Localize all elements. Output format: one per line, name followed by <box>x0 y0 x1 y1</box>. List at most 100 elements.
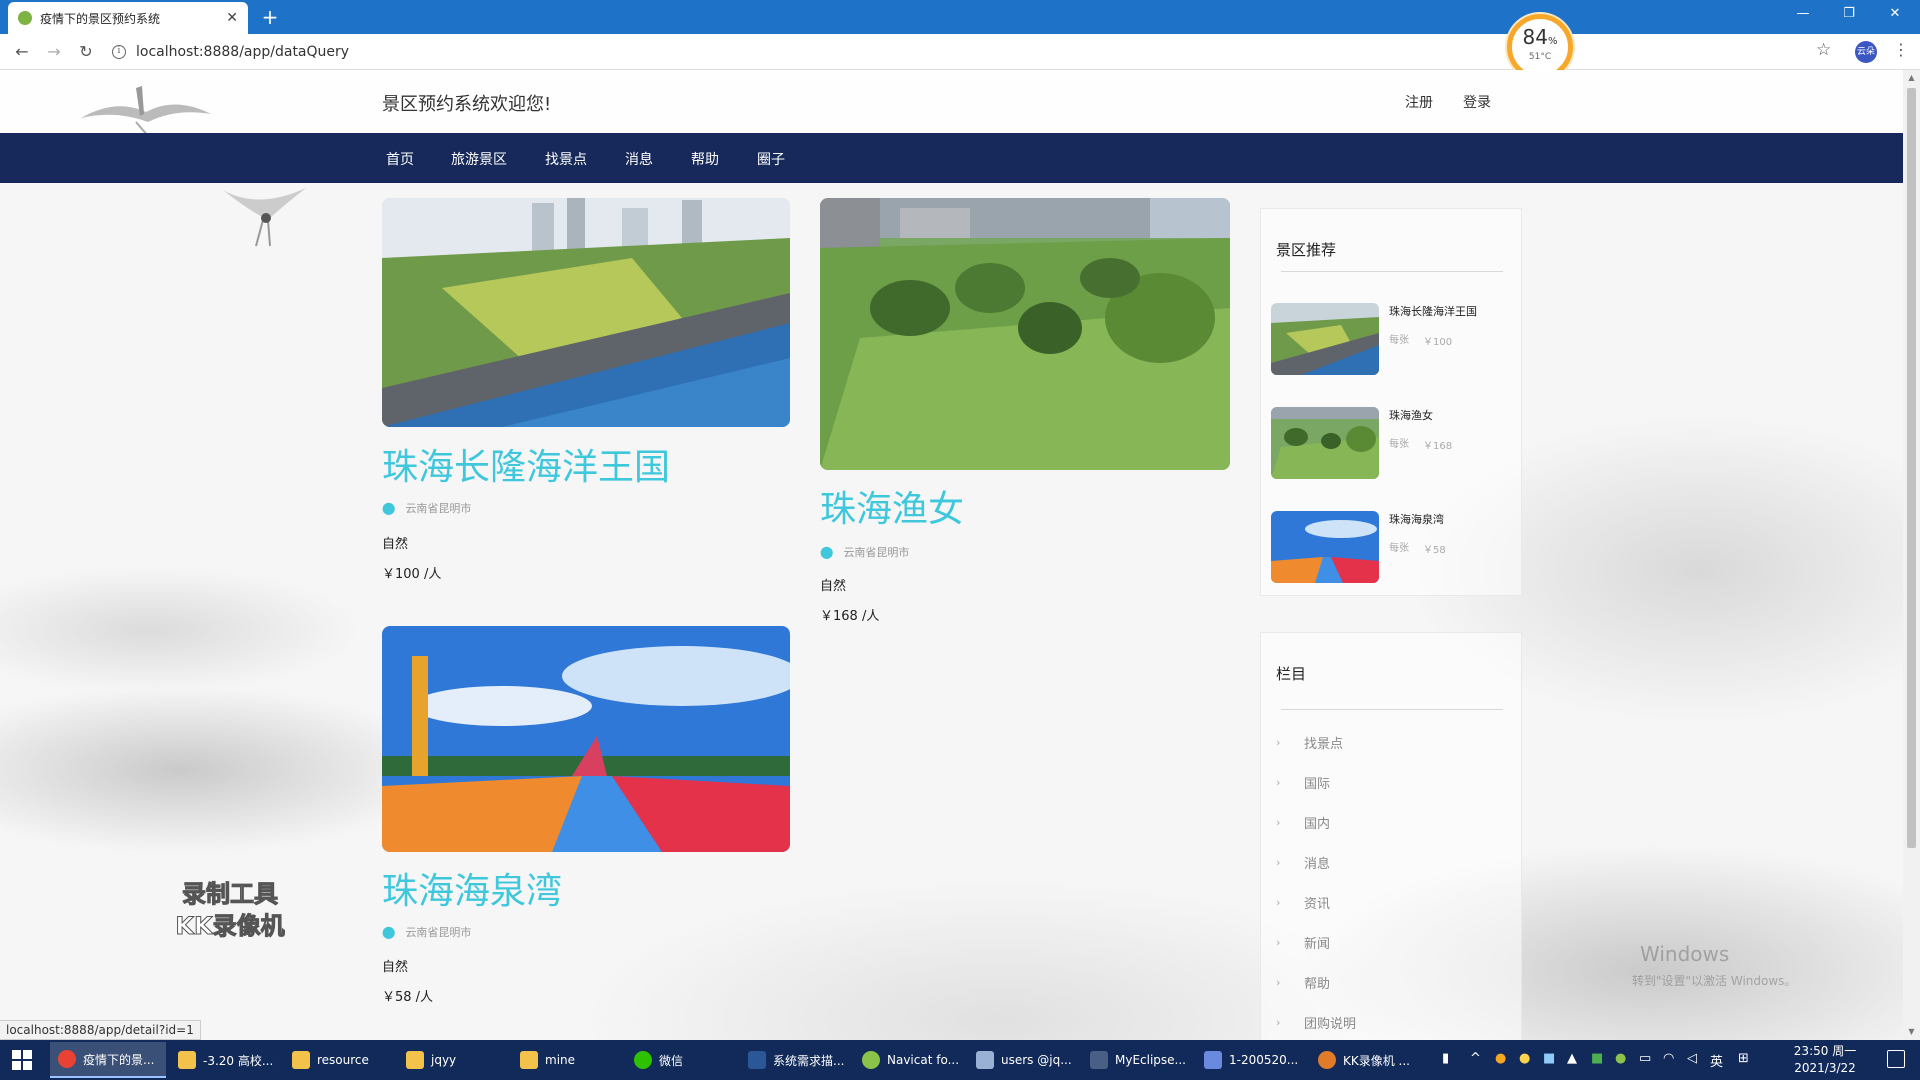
bookmark-star-icon[interactable]: ☆ <box>1816 40 1831 60</box>
table-icon <box>976 1051 994 1069</box>
recommend-thumb[interactable] <box>1271 303 1379 375</box>
nav-find-spots[interactable]: 找景点 <box>545 149 587 169</box>
recommend-item[interactable]: 珠海长隆海洋王国 每张 ￥100 <box>1271 303 1511 375</box>
notification-center-icon[interactable] <box>1887 1050 1905 1068</box>
recommend-item[interactable]: 珠海海泉湾 每张 ￥58 <box>1271 511 1511 583</box>
ime-indicator[interactable]: 英 <box>1710 1051 1723 1070</box>
spot-card[interactable]: 珠海长隆海洋王国 ⬤ 云南省昆明市 自然 ￥100 /人 <box>382 198 790 598</box>
back-button[interactable]: ← <box>10 40 34 64</box>
windows-start-icon[interactable] <box>12 1050 32 1070</box>
battery-icon[interactable]: ▮ <box>1442 1051 1449 1066</box>
spot-card[interactable]: 珠海渔女 ⬤ 云南省昆明市 自然 ￥168 /人 <box>820 198 1230 638</box>
tray-app-icon[interactable]: ▲ <box>1567 1051 1577 1066</box>
tray-app-icon[interactable]: ■ <box>1591 1051 1603 1066</box>
column-link-messages[interactable]: › 消息 <box>1276 853 1330 872</box>
recommend-name[interactable]: 珠海长隆海洋王国 <box>1389 303 1477 319</box>
scroll-up-arrow-icon[interactable]: ▲ <box>1903 70 1920 86</box>
columns-title: 栏目 <box>1276 665 1307 683</box>
scrollbar-thumb[interactable] <box>1907 88 1916 848</box>
nav-messages[interactable]: 消息 <box>625 149 653 169</box>
minimize-button[interactable]: — <box>1780 0 1826 30</box>
spot-category: 自然 <box>382 537 409 552</box>
taskbar-item-folder[interactable]: resource <box>284 1042 394 1078</box>
tab-close-icon[interactable]: ✕ <box>226 10 238 26</box>
nav-circle[interactable]: 圈子 <box>757 149 785 169</box>
spot-name[interactable]: 珠海长隆海洋王国 <box>382 438 670 490</box>
taskbar-item-users-table[interactable]: users @jq... <box>968 1042 1078 1078</box>
column-link-news[interactable]: › 新闻 <box>1276 933 1330 952</box>
spot-photo-hot-spring-bay[interactable] <box>382 626 790 852</box>
chevron-right-icon: › <box>1276 976 1281 989</box>
crane-decoration-icon <box>223 188 306 247</box>
column-link-find-spots[interactable]: › 找景点 <box>1276 733 1343 752</box>
recommend-price: ￥100 <box>1423 337 1453 348</box>
keyboard-icon[interactable]: ⊞ <box>1738 1051 1749 1066</box>
windows-activation-title: Windows <box>1640 942 1730 966</box>
site-welcome-title: 景区预约系统欢迎您! <box>382 94 552 115</box>
nav-home[interactable]: 首页 <box>386 149 414 169</box>
taskbar-item-app[interactable]: 1-200520... <box>1196 1042 1306 1078</box>
taskbar-item-navicat[interactable]: Navicat fo... <box>854 1042 964 1078</box>
app-icon <box>1204 1051 1222 1069</box>
register-link[interactable]: 注册 <box>1405 92 1433 112</box>
taskbar-item-wechat[interactable]: 微信 <box>626 1042 736 1078</box>
nav-help[interactable]: 帮助 <box>691 149 719 169</box>
taskbar-item-kk-recorder[interactable]: KK录像机 ... <box>1310 1042 1420 1078</box>
new-tab-button[interactable]: + <box>258 4 282 30</box>
site-info-icon[interactable]: i <box>112 45 126 59</box>
recommend-thumb[interactable] <box>1271 407 1379 479</box>
chevron-right-icon: › <box>1276 936 1281 949</box>
profile-avatar[interactable]: 云朵 <box>1855 41 1877 63</box>
address-url: localhost:8888/app/dataQuery <box>136 44 350 60</box>
scroll-down-arrow-icon[interactable]: ▼ <box>1903 1024 1920 1040</box>
column-link-international[interactable]: › 国际 <box>1276 773 1330 792</box>
recommend-item[interactable]: 珠海渔女 每张 ￥168 <box>1271 407 1511 479</box>
spot-name[interactable]: 珠海海泉湾 <box>382 862 562 914</box>
taskbar-item-folder[interactable]: jqyy <box>398 1042 508 1078</box>
recommend-widget: 景区推荐 珠海长隆海洋王国 每张 ￥100 珠海渔女 每张 ￥168 珠海海泉湾… <box>1260 208 1522 596</box>
login-link[interactable]: 登录 <box>1463 92 1491 112</box>
tray-chevron-up-icon[interactable]: ^ <box>1470 1051 1481 1066</box>
spot-price: ￥168 /人 <box>820 609 880 624</box>
taskbar-item-chrome[interactable]: 疫情下的景... <box>50 1042 166 1078</box>
spot-name[interactable]: 珠海渔女 <box>820 480 964 532</box>
taskbar-item-folder[interactable]: -3.20 高校... <box>170 1042 280 1078</box>
map-pin-icon: ⬤ <box>820 545 834 559</box>
recommend-price: ￥58 <box>1423 545 1446 556</box>
wechat-tray-icon[interactable]: ● <box>1615 1051 1626 1066</box>
taskbar-item-folder[interactable]: mine <box>512 1042 622 1078</box>
chevron-right-icon: › <box>1276 776 1281 789</box>
reload-button[interactable]: ↻ <box>74 40 98 64</box>
chevron-right-icon: › <box>1276 856 1281 869</box>
spot-card[interactable]: 珠海海泉湾 ⬤ 云南省昆明市 自然 ￥58 /人 <box>382 626 790 1026</box>
taskbar-item-word[interactable]: 系统需求描... <box>740 1042 850 1078</box>
column-link-domestic[interactable]: › 国内 <box>1276 813 1330 832</box>
recommend-name[interactable]: 珠海海泉湾 <box>1389 511 1444 527</box>
column-link-info[interactable]: › 资讯 <box>1276 893 1330 912</box>
spot-photo-fisher-girl[interactable] <box>820 198 1230 470</box>
nav-scenic-areas[interactable]: 旅游景区 <box>451 149 507 169</box>
column-link-help[interactable]: › 帮助 <box>1276 973 1330 992</box>
restore-button[interactable]: ❐ <box>1826 0 1872 30</box>
folder-icon <box>520 1051 538 1069</box>
browser-tab-active[interactable]: 疫情下的景区预约系统 ✕ <box>8 2 248 34</box>
taskbar-item-myeclipse[interactable]: MyEclipse... <box>1082 1042 1192 1078</box>
gauge-temperature: 51°C <box>1528 52 1552 62</box>
wifi-icon[interactable]: ◠ <box>1663 1051 1674 1066</box>
folder-icon <box>406 1051 424 1069</box>
tray-app-icon[interactable]: ■ <box>1543 1051 1555 1066</box>
tray-app-icon[interactable]: ● <box>1519 1051 1530 1066</box>
recommend-name[interactable]: 珠海渔女 <box>1389 407 1433 423</box>
spot-photo-ocean-kingdom[interactable] <box>382 198 790 427</box>
tray-app-icon[interactable]: ● <box>1495 1051 1506 1066</box>
window-close-button[interactable]: ✕ <box>1872 0 1918 30</box>
forward-button[interactable]: → <box>42 40 66 64</box>
chevron-right-icon: › <box>1276 896 1281 909</box>
volume-icon[interactable]: ◁ <box>1687 1051 1697 1066</box>
browser-menu-icon[interactable]: ⋮ <box>1893 40 1909 59</box>
recommend-thumb[interactable] <box>1271 511 1379 583</box>
taskbar-clock[interactable]: 23:50 周一 2021/3/22 <box>1780 1043 1870 1077</box>
column-link-group-buy[interactable]: › 团购说明 <box>1276 1013 1356 1032</box>
page-scrollbar[interactable]: ▲ ▼ <box>1903 70 1920 1040</box>
network-icon[interactable]: ▭ <box>1639 1051 1651 1066</box>
